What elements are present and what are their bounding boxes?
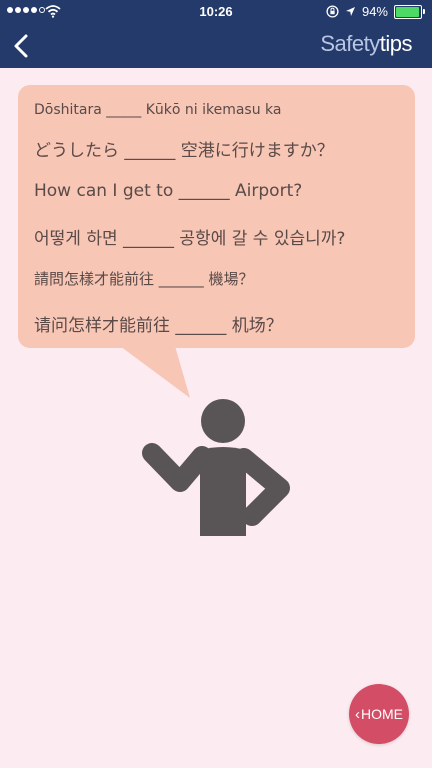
title-light: Safety — [320, 31, 380, 56]
phrase-romaji: Dōshitara _____ Kūkō ni ikemasu ka — [34, 102, 282, 118]
speech-bubble: Dōshitara _____ Kūkō ni ikemasu ka どうしたら… — [18, 85, 415, 348]
phrase-simplified-chinese: 请问怎样才能前往 ______ 机场？ — [34, 316, 283, 336]
title-bold: tips — [379, 31, 413, 56]
phrase-japanese: どうしたら ______ 空港に行けますか？ — [34, 141, 334, 161]
phrase-korean: 어떻게 하면 ______ 공항에 갈 수 있습니까? — [34, 229, 346, 249]
nav-bar: Safetytips — [0, 24, 432, 68]
home-button-label: HOME — [361, 706, 403, 722]
chevron-left-icon: ‹ — [355, 705, 360, 723]
location-arrow-icon — [345, 7, 355, 16]
orientation-lock-icon — [326, 5, 339, 18]
status-bar: 10:26 94% — [0, 0, 432, 24]
phrase-english: How can I get to ______ Airport? — [34, 181, 303, 201]
page-title: Safetytips — [320, 31, 412, 57]
battery-percent: 94% — [361, 4, 388, 19]
chevron-left-icon — [14, 34, 28, 58]
home-button[interactable]: ‹ HOME — [349, 684, 409, 744]
person-asking-icon — [142, 399, 290, 536]
battery-icon — [394, 4, 425, 19]
back-button[interactable] — [8, 31, 36, 61]
phrase-traditional-chinese: 請問怎樣才能前往 ______ 機場？ — [34, 270, 254, 288]
